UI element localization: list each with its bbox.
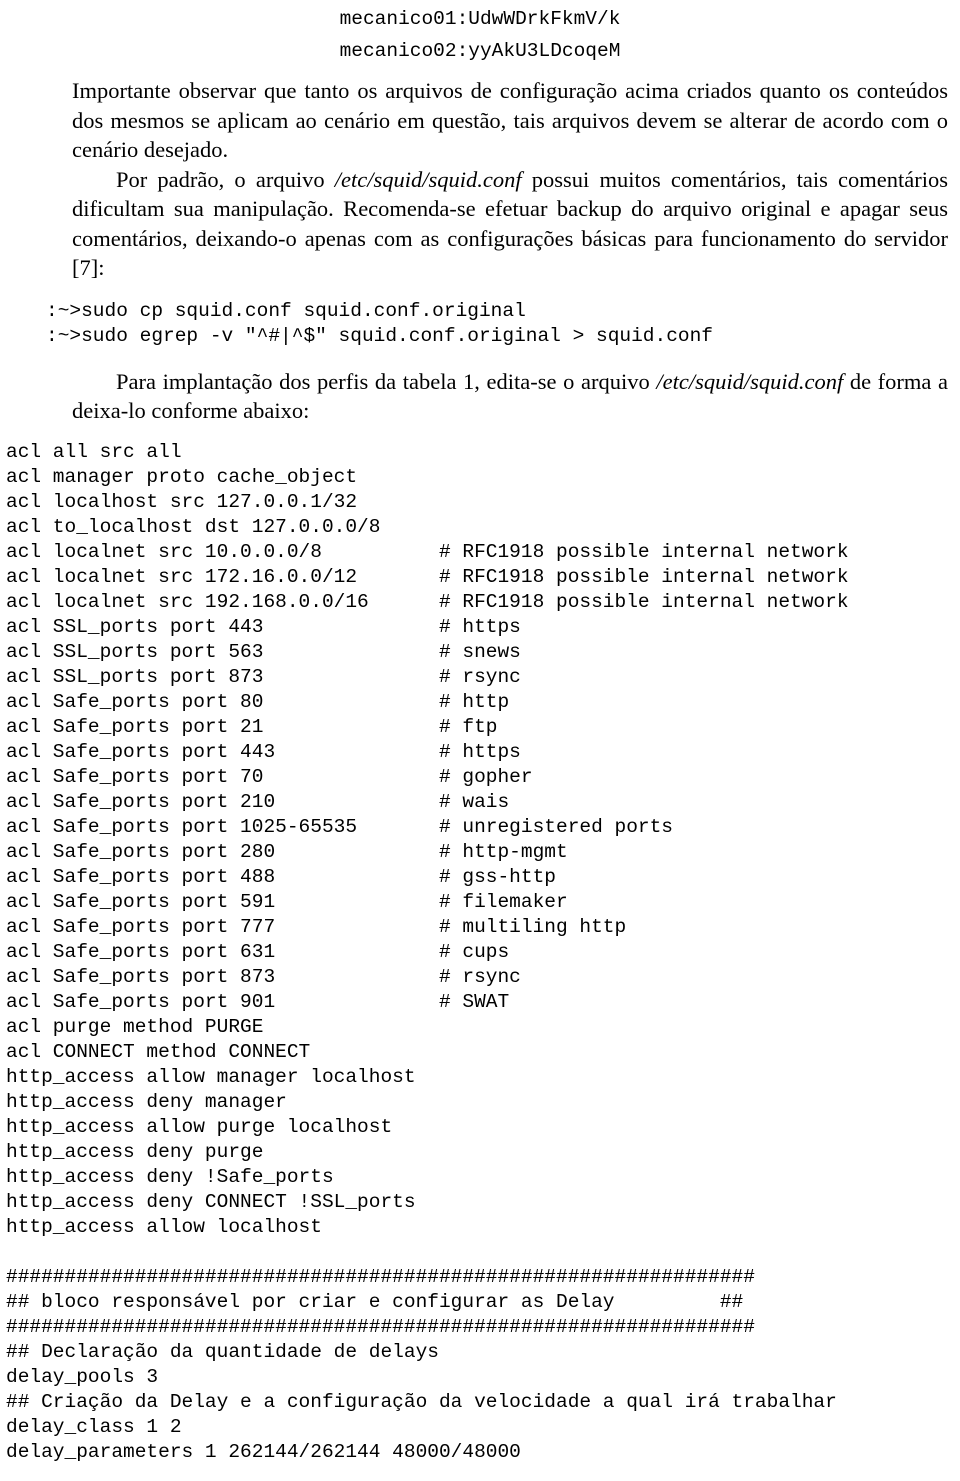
paragraph-1: Importante observar que tanto os arquivo… [72,78,948,162]
header-line-2: mecanico02:yyAkU3LDcoqeM [339,40,621,62]
document-page: mecanico01:UdwWDrkFkmV/k mecanico02:yyAk… [0,0,960,1481]
paragraph-3: Para implantação dos perfis da tabela 1,… [0,349,960,426]
paragraph-3-text-a: Para implantação dos perfis da tabela 1,… [116,368,657,394]
paragraph-2-text-a: Por padrão, o arquivo [116,166,335,192]
header-line-1: mecanico01:UdwWDrkFkmV/k [339,8,621,30]
paragraph-2-path: /etc/squid/squid.conf [334,166,522,192]
paragraph-3-path: /etc/squid/squid.conf [656,368,844,394]
paragraph-2: Por padrão, o arquivo /etc/squid/squid.c… [0,165,960,283]
shell-commands-block: :~>sudo cp squid.conf squid.conf.origina… [46,299,714,347]
squid-config-block: acl all src all acl manager proto cache_… [6,440,849,1463]
